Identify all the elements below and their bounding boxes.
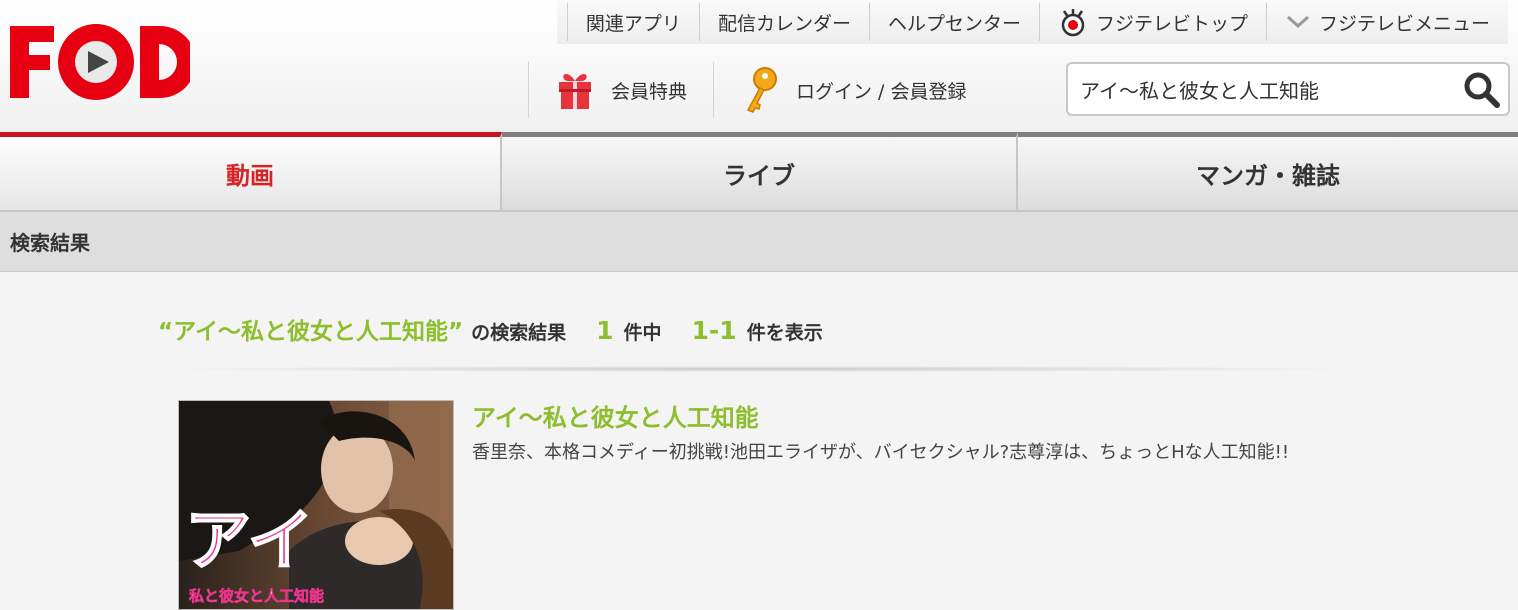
chevron-down-icon xyxy=(1286,15,1309,29)
result-thumbnail[interactable]: アイ 私と彼女と人工知能 xyxy=(178,400,454,610)
search-summary-suffix: の検索結果 xyxy=(471,322,567,344)
divider xyxy=(150,366,1370,372)
top-navigation: 関連アプリ 配信カレンダー ヘルプセンター フジテレビトップ フジテレビメニュー xyxy=(556,0,1508,44)
thumbnail-title-art: アイ xyxy=(185,502,314,579)
topnav-label: フジテレビメニュー xyxy=(1318,12,1490,35)
search-box xyxy=(1066,62,1510,116)
search-summary: “アイ〜私と彼女と人工知能” の検索結果 1 件中 1-1 件を表示 xyxy=(158,312,823,352)
result-range: 1-1 xyxy=(691,316,737,345)
topnav-label: フジテレビトップ xyxy=(1095,12,1248,35)
total-count: 1 xyxy=(596,316,614,345)
fod-logo[interactable] xyxy=(8,22,190,102)
topnav-calendar[interactable]: 配信カレンダー xyxy=(698,3,869,41)
login-register-label: ログイン / 会員登録 xyxy=(796,80,967,103)
topnav-label: 配信カレンダー xyxy=(717,12,851,35)
topnav-label: 関連アプリ xyxy=(585,12,681,35)
result-title-link[interactable]: アイ〜私と彼女と人工知能 xyxy=(472,398,759,433)
search-query-text: “アイ〜私と彼女と人工知能” xyxy=(158,319,464,345)
gift-icon xyxy=(559,74,591,109)
thumbnail-subtitle-art: 私と彼女と人工知能 xyxy=(188,587,324,605)
key-icon xyxy=(746,67,778,113)
thumbnail-art: アイ 私と彼女と人工知能 xyxy=(179,401,453,609)
member-benefits-label: 会員特典 xyxy=(611,80,688,103)
fujitv-eye-icon xyxy=(1061,9,1085,37)
topnav-label: ヘルプセンター xyxy=(887,12,1021,35)
topnav-related-apps[interactable]: 関連アプリ xyxy=(566,3,699,41)
result-description: 香里奈、本格コメディー初挑戦!池田エライザが、バイセクシャル?志尊淳は、ちょっと… xyxy=(472,442,1290,463)
section-title: 検索結果 xyxy=(0,212,1518,272)
topnav-help-center[interactable]: ヘルプセンター xyxy=(868,3,1039,41)
search-icon[interactable] xyxy=(1462,71,1502,109)
login-register-link[interactable]: ログイン / 会員登録 xyxy=(713,62,992,118)
tab-live[interactable]: ライブ xyxy=(502,132,1018,210)
tab-manga-magazine[interactable]: マンガ・雑誌 xyxy=(1018,132,1518,210)
topnav-fujitv-top[interactable]: フジテレビトップ xyxy=(1038,3,1266,41)
member-benefits-link[interactable]: 会員特典 xyxy=(528,62,713,118)
site-header: 関連アプリ 配信カレンダー ヘルプセンター フジテレビトップ フジテレビメニュー xyxy=(0,0,1518,132)
total-count-suffix: 件中 xyxy=(623,322,662,344)
search-input[interactable] xyxy=(1068,64,1458,114)
category-tabs: 動画 ライブ マンガ・雑誌 xyxy=(0,132,1518,212)
topnav-fujitv-menu[interactable]: フジテレビメニュー xyxy=(1265,3,1508,41)
result-range-suffix: 件を表示 xyxy=(746,322,823,344)
member-navigation: 会員特典 ログイン / 会員登録 xyxy=(528,62,993,118)
tab-video[interactable]: 動画 xyxy=(0,132,502,210)
